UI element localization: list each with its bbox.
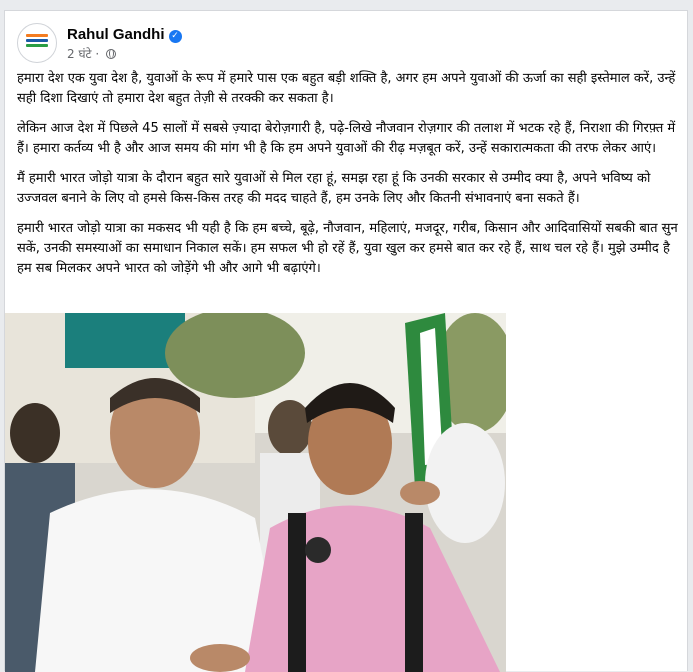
post-paragraph: लेकिन आज देश में पिछले 45 सालों में सबसे… — [17, 121, 676, 156]
post-timestamp[interactable]: 2 घंटे — [67, 47, 92, 61]
author-row: Rahul Gandhi ✓ — [67, 24, 182, 43]
post-meta: 2 घंटे · — [67, 45, 117, 62]
post-paragraph: हमारा देश एक युवा देश है, युवाओं के रूप … — [17, 71, 676, 106]
post-text: हमारा देश एक युवा देश है, युवाओं के रूप … — [17, 69, 679, 289]
meta-separator: · — [95, 47, 100, 61]
post-photo[interactable] — [5, 313, 506, 672]
post-header: Rahul Gandhi ✓ 2 घंटे · — [17, 23, 617, 67]
author-name[interactable]: Rahul Gandhi — [67, 26, 165, 43]
post-paragraph: मैं हमारी भारत जोड़ो यात्रा के दौरान बहु… — [17, 171, 651, 206]
post-paragraph: हमारी भारत जोड़ो यात्रा का मकसद भी यही ह… — [17, 221, 678, 276]
verified-badge-icon: ✓ — [168, 30, 182, 43]
facebook-post-card: Rahul Gandhi ✓ 2 घंटे · हमारा देश एक युवा… — [4, 10, 688, 672]
photo-illustration — [5, 313, 506, 672]
globe-icon[interactable] — [106, 49, 117, 59]
tricolor-logo-icon — [26, 34, 48, 49]
profile-avatar[interactable] — [17, 23, 57, 63]
